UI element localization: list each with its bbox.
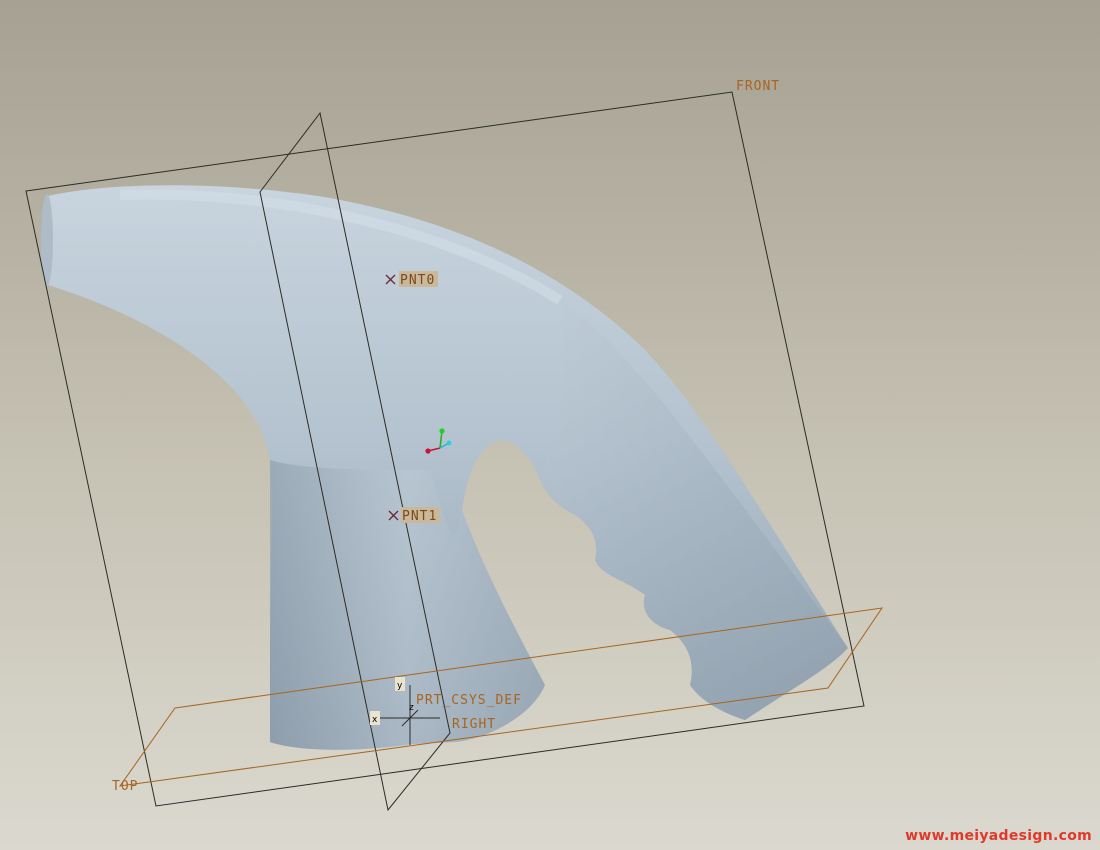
csys-y-axis-label: y [397,681,403,691]
csys-x-axis-label: x [372,715,378,725]
pnt1-label: PNT1 [402,509,437,524]
watermark-text: www.meiyadesign.com [905,828,1092,844]
csys-label: PRT_CSYS_DEF [416,693,522,708]
top-plane-label[interactable]: TOP [112,779,138,794]
model-scene[interactable]: FRONT TOP RIGHT PNT0 PNT1 x y z PRT_CSYS… [0,0,1100,850]
right-plane-label[interactable]: RIGHT [452,717,496,732]
graphics-viewport[interactable]: FRONT TOP RIGHT PNT0 PNT1 x y z PRT_CSYS… [0,0,1100,850]
pnt0-label: PNT0 [400,273,435,288]
csys-z-axis-label: z [409,703,414,713]
front-plane-label[interactable]: FRONT [736,79,780,94]
